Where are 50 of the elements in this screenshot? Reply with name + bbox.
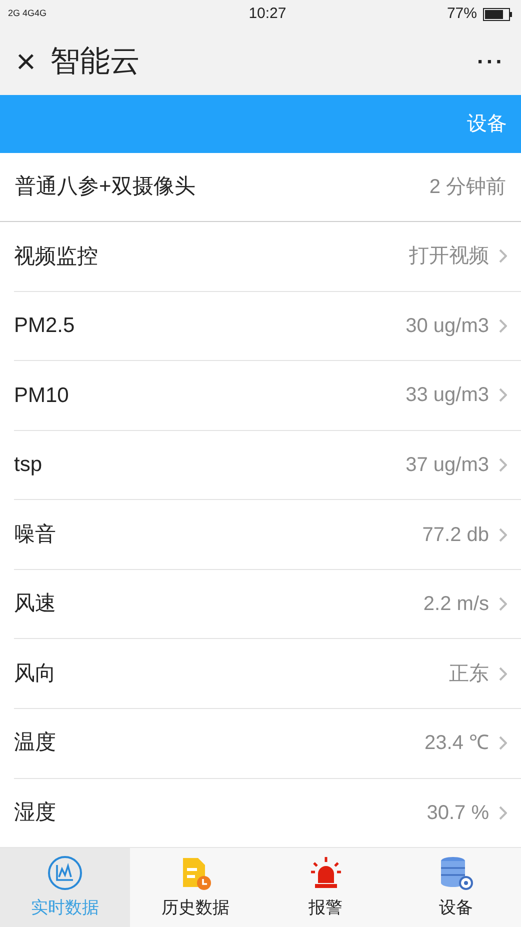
reading-value: 30 ug/m3	[406, 314, 489, 339]
chevron-icon	[499, 458, 507, 472]
reading-label: 湿度	[14, 800, 56, 826]
reading-value: 37 ug/m3	[406, 452, 489, 478]
chevron-icon	[499, 806, 507, 820]
reading-row[interactable]: 噪音 77.2 db	[14, 500, 521, 570]
header-label: 设备	[467, 112, 507, 137]
reading-row[interactable]: tsp 37 ug/m3	[14, 430, 521, 500]
reading-row[interactable]: PM10 33 ug/m3	[14, 361, 521, 431]
chevron-icon	[499, 528, 507, 542]
reading-row[interactable]: 湿度 30.7 %	[14, 778, 521, 848]
battery-level: 77%	[446, 4, 477, 24]
chevron-icon	[499, 666, 507, 681]
reading-row[interactable]: PM2.5 30 ug/m3	[14, 292, 521, 362]
reading-label: tsp	[14, 452, 42, 478]
reading-value: 30.7 %	[426, 800, 489, 826]
reading-label: 风向	[14, 660, 56, 687]
signal-status: 2G 4G4G	[8, 7, 48, 20]
chevron-icon	[499, 388, 507, 402]
update-time: 2 分钟前	[429, 175, 506, 200]
chevron-icon	[499, 249, 507, 264]
window-title: 智能云	[50, 44, 141, 80]
chart-icon	[47, 854, 84, 891]
reading-value: 33 ug/m3	[406, 383, 489, 408]
reading-row[interactable]: 风速 2.2 m/s	[14, 570, 521, 640]
reading-label: PM10	[14, 382, 69, 409]
reading-label: 风速	[14, 591, 56, 618]
chevron-icon	[499, 736, 507, 750]
reading-row[interactable]: 视频监控 打开视频	[14, 222, 521, 292]
reading-label: 温度	[14, 730, 56, 756]
reading-label: 视频监控	[14, 244, 98, 270]
close-button[interactable]: ×	[16, 44, 36, 78]
reading-row[interactable]: 温度 23.4 ℃	[14, 708, 521, 778]
reading-label: 噪音	[14, 522, 56, 548]
reading-value: 2.2 m/s	[423, 592, 489, 618]
tab[interactable]: 历史数据	[130, 848, 260, 927]
tab[interactable]: 设备	[390, 848, 521, 927]
reading-row[interactable]: 风向 正东	[14, 639, 521, 709]
device-name: 普通八参+双摄像头	[15, 174, 196, 200]
chevron-icon	[499, 318, 507, 333]
chevron-icon	[499, 597, 507, 612]
reading-value: 正东	[449, 662, 489, 687]
clock: 10:27	[248, 4, 286, 24]
battery-icon	[482, 8, 513, 20]
tab[interactable]: 报警	[260, 848, 391, 927]
reading-value: 23.4 ℃	[424, 731, 489, 756]
reading-value: 打开视频	[409, 244, 489, 270]
reading-label: PM2.5	[14, 313, 75, 340]
reading-value: 77.2 db	[422, 522, 489, 548]
more-button[interactable]: ···	[477, 45, 505, 78]
